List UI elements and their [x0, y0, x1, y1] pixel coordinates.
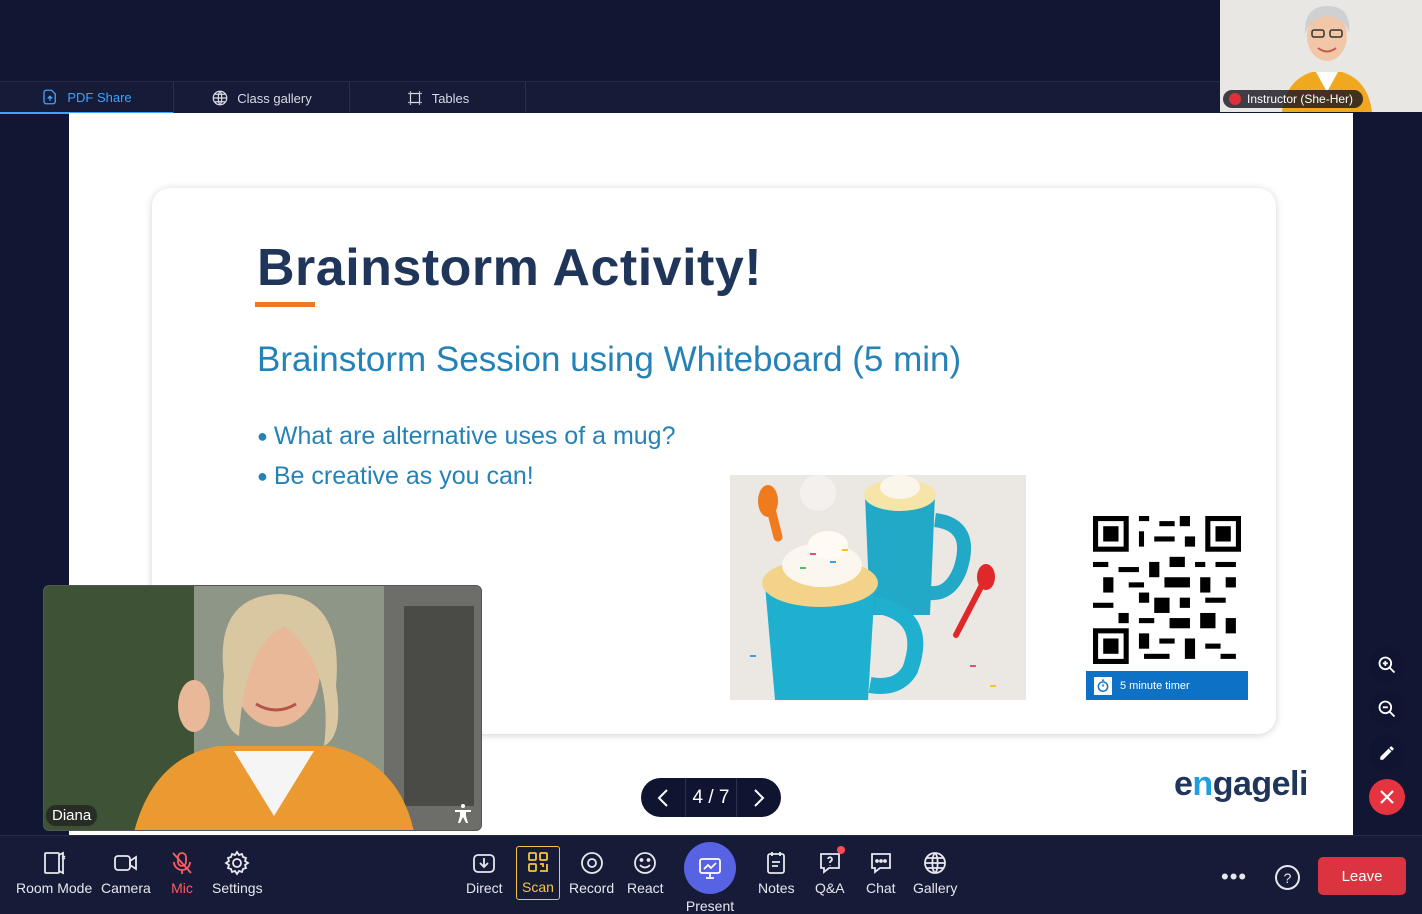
pdf-share-icon — [43, 89, 57, 105]
bullet-item: What are alternative uses of a mug? — [257, 422, 676, 451]
muted-mic-icon — [1229, 93, 1241, 105]
side-tools — [1369, 647, 1407, 823]
gallery-label: Gallery — [913, 880, 958, 896]
slide-title: Brainstorm Activity! — [257, 239, 763, 297]
instructor-name-badge: Instructor (She-Her) — [1223, 90, 1364, 108]
present-button[interactable]: Present — [684, 842, 736, 914]
zoom-out-icon — [1378, 700, 1396, 718]
top-tab-bar: PDF Share Class gallery Tables — [0, 81, 1220, 114]
pencil-icon — [1380, 746, 1394, 760]
globe-icon — [212, 90, 228, 106]
tab-label: Class gallery — [237, 90, 312, 106]
present-circle — [684, 842, 736, 894]
previous-slide-button[interactable] — [641, 778, 685, 817]
camera-button[interactable]: Camera — [101, 850, 151, 896]
globe-icon — [924, 852, 947, 874]
react-label: React — [627, 880, 664, 896]
mug-cake-image — [730, 475, 1026, 700]
slide-counter: 4 / 7 — [685, 778, 737, 817]
engageli-logo: engageli — [1174, 765, 1308, 803]
title-underline — [255, 302, 315, 307]
room-mode-label: Room Mode — [16, 880, 93, 896]
leave-button[interactable]: Leave — [1318, 857, 1406, 895]
present-label: Present — [685, 898, 735, 914]
mic-muted-icon — [172, 852, 192, 874]
scan-icon — [528, 852, 548, 872]
slide-subtitle: Brainstorm Session using Whiteboard (5 m… — [257, 340, 962, 379]
more-options-button[interactable]: ••• — [1221, 864, 1247, 890]
participant-video — [44, 586, 481, 830]
mic-label: Mic — [171, 880, 193, 896]
participant-video-tile[interactable]: Diana — [43, 585, 482, 831]
tab-class-gallery[interactable]: Class gallery — [174, 82, 350, 114]
next-slide-button[interactable] — [737, 778, 781, 817]
chevron-left-icon — [657, 788, 668, 807]
close-icon — [1380, 790, 1394, 804]
slide-bullets: What are alternative uses of a mug? Be c… — [257, 422, 676, 502]
tab-pdf-share[interactable]: PDF Share — [0, 82, 174, 114]
scan-button[interactable]: Scan — [516, 846, 560, 900]
gallery-button[interactable]: Gallery — [913, 850, 957, 896]
qa-button[interactable]: Q&A — [815, 846, 845, 896]
tab-tables[interactable]: Tables — [350, 82, 526, 114]
slide-pager: 4 / 7 — [641, 778, 781, 817]
smile-icon — [634, 852, 657, 874]
camera-label: Camera — [101, 880, 151, 896]
notes-button[interactable]: Notes — [758, 850, 795, 896]
tab-label: Tables — [431, 90, 470, 106]
gear-icon — [224, 850, 250, 876]
notes-icon — [767, 852, 786, 874]
room-mode-button[interactable]: Room Mode — [16, 850, 92, 896]
chat-label: Chat — [866, 880, 896, 896]
instructor-video-tile[interactable]: Instructor (She-Her) — [1220, 0, 1422, 112]
download-icon — [473, 854, 496, 873]
qr-code-image — [1093, 516, 1241, 664]
timer-label: 5 minute timer — [1120, 679, 1190, 692]
direct-button[interactable]: Direct — [466, 850, 503, 896]
qa-label: Q&A — [815, 880, 845, 896]
direct-label: Direct — [466, 880, 503, 896]
tables-icon — [407, 91, 422, 105]
help-button[interactable]: ? — [1275, 865, 1300, 890]
record-label: Record — [569, 880, 615, 896]
chat-button[interactable]: Chat — [866, 850, 896, 896]
react-button[interactable]: React — [627, 850, 664, 896]
camera-icon — [113, 855, 137, 871]
record-button[interactable]: Record — [569, 850, 614, 896]
participant-name: Diana — [46, 805, 98, 826]
zoom-out-button[interactable] — [1369, 691, 1405, 727]
stopwatch-icon — [1094, 676, 1112, 695]
scan-label: Scan — [522, 879, 554, 895]
timer-link[interactable]: 5 minute timer — [1086, 671, 1248, 700]
chevron-right-icon — [754, 788, 765, 807]
settings-label: Settings — [212, 880, 263, 896]
question-bubble-icon — [819, 853, 840, 874]
present-icon — [699, 858, 721, 879]
mic-button[interactable]: Mic — [169, 850, 195, 896]
notes-label: Notes — [758, 880, 795, 896]
annotate-button[interactable] — [1369, 735, 1405, 771]
tab-label: PDF Share — [67, 89, 132, 105]
record-icon — [580, 852, 603, 874]
accessibility-icon[interactable] — [451, 802, 475, 826]
notification-dot — [836, 846, 845, 854]
settings-button[interactable]: Settings — [212, 850, 263, 896]
zoom-in-button[interactable] — [1369, 647, 1405, 683]
chat-icon — [870, 853, 891, 874]
close-share-button[interactable] — [1369, 779, 1405, 815]
mug-cake-photo — [730, 475, 1026, 700]
bottom-toolbar: Room Mode Camera Mic Settings Direct Sca… — [0, 835, 1422, 914]
instructor-name: Instructor (She-Her) — [1247, 92, 1354, 106]
bullet-item: Be creative as you can! — [257, 462, 675, 491]
door-icon — [44, 851, 66, 875]
zoom-in-icon — [1378, 656, 1396, 674]
